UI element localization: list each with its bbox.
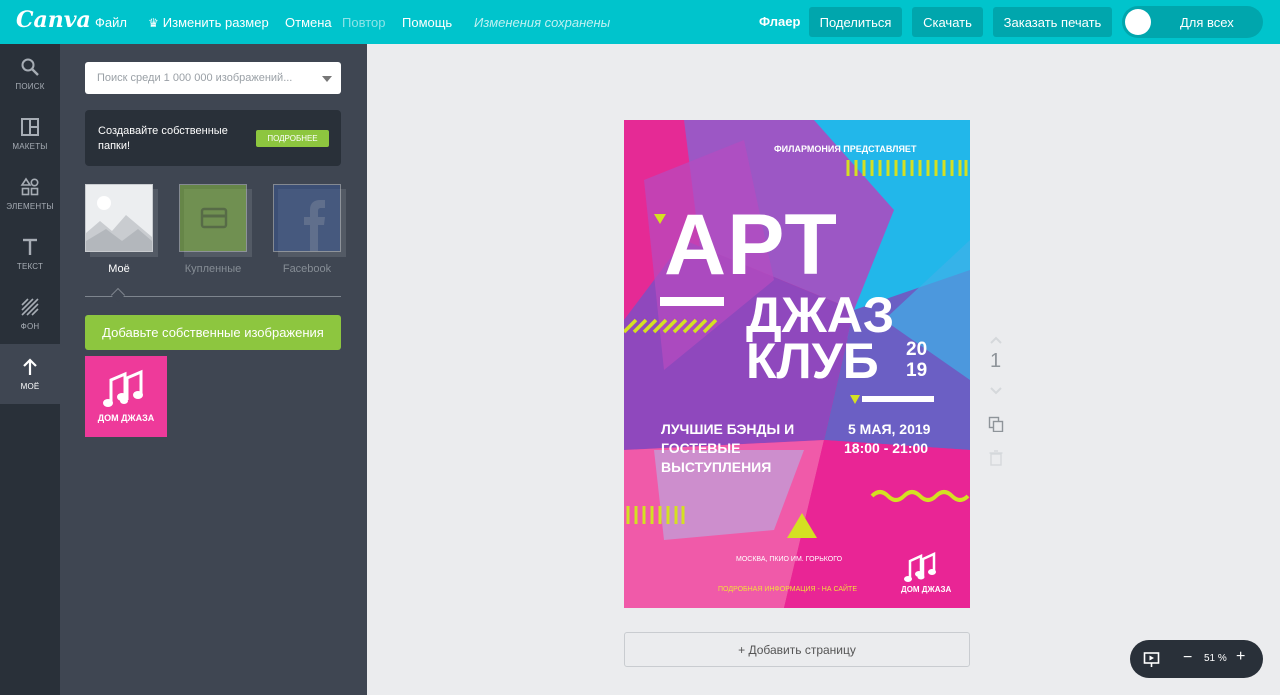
poster-year-2[interactable]: 19 (906, 361, 927, 381)
search-icon (21, 58, 39, 76)
poster-venue[interactable]: МОСКВА, ПКИО ИМ. ГОРЬКОГО (736, 556, 842, 563)
rail-item-background[interactable]: Фон (0, 284, 60, 344)
page-number: 1 (990, 350, 1002, 372)
uploaded-image-thumbnail[interactable]: ДОМ ДЖАЗА (85, 356, 167, 437)
menu-file[interactable]: Файл (95, 15, 127, 30)
search-placeholder: Поиск среди 1 000 000 изображений... (97, 72, 293, 84)
crown-icon: ♛ (148, 16, 159, 30)
uploads-panel: Поиск среди 1 000 000 изображений... Соз… (60, 44, 367, 695)
upload-images-button[interactable]: Добавьте собственные изображения (85, 315, 341, 350)
rail-label: Фон (20, 322, 40, 331)
present-icon[interactable] (1143, 651, 1160, 668)
poster-title-1[interactable]: АРТ (664, 202, 838, 288)
image-placeholder-icon (85, 184, 153, 252)
rail-label: Макеты (12, 142, 48, 151)
poster-presenter[interactable]: ФИЛАРМОНИЯ ПРЕДСТАВЛЯЕТ (774, 144, 916, 154)
duplicate-page-icon[interactable] (988, 416, 1004, 432)
trash-icon[interactable] (988, 450, 1004, 466)
poster-logo-text[interactable]: ДОМ ДЖАЗА (901, 585, 951, 594)
poster-info[interactable]: ПОДРОБНАЯ ИНФОРМАЦИЯ - НА САЙТЕ (718, 586, 857, 593)
top-bar: Canva Файл ♛ Изменить размер Отмена Повто… (0, 0, 1280, 44)
chevron-up-icon[interactable] (988, 333, 1004, 349)
rail-label: Моё (20, 382, 40, 391)
menu-resize-label: Изменить размер (162, 15, 269, 30)
menu-undo[interactable]: Отмена (285, 15, 332, 30)
flyer-page[interactable]: ФИЛАРМОНИЯ ПРЕДСТАВЛЯЕТ АРТ ДЖАЗ КЛУБ 20… (624, 120, 970, 608)
menu-resize[interactable]: ♛ Изменить размер (148, 15, 269, 30)
elements-icon (20, 177, 39, 196)
rail-item-search[interactable]: Поиск (0, 44, 60, 104)
layouts-icon (21, 118, 39, 136)
rail-item-layouts[interactable]: Макеты (0, 104, 60, 164)
active-tab-indicator (110, 287, 126, 303)
poster-lineup-3[interactable]: ВЫСТУПЛЕНИЯ (661, 458, 771, 477)
zoom-controls: − 51 % + (1130, 640, 1263, 678)
zoom-out-button[interactable]: − (1183, 649, 1192, 667)
source-label: Купленные (184, 263, 242, 275)
rail-item-text[interactable]: Текст (0, 224, 60, 284)
rail-label: Текст (16, 262, 44, 271)
music-notes-icon (103, 369, 143, 407)
image-search-input[interactable]: Поиск среди 1 000 000 изображений... (85, 62, 341, 94)
document-type[interactable]: Флаер (759, 14, 800, 29)
zoom-level[interactable]: 51 % (1204, 653, 1227, 664)
menu-help[interactable]: Помощь (402, 15, 452, 30)
visibility-toggle[interactable]: Для всех (1122, 6, 1263, 38)
add-page-button[interactable]: + Добавить страницу (624, 632, 970, 667)
learn-more-button[interactable]: ПОДРОБНЕЕ (256, 130, 329, 147)
poster-title-3[interactable]: КЛУБ (746, 336, 879, 386)
toggle-knob (1125, 9, 1151, 35)
poster-lineup-1[interactable]: ЛУЧШИЕ БЭНДЫ И (661, 420, 794, 439)
poster-year-1[interactable]: 20 (906, 340, 927, 360)
chevron-down-icon[interactable] (988, 382, 1004, 398)
promo-text: Создавайте собственные папки! (98, 125, 228, 152)
rail-label: Поиск (15, 82, 45, 91)
chevron-down-icon[interactable] (322, 76, 332, 82)
rail-label: Элементы (6, 202, 54, 211)
download-button[interactable]: Скачать (912, 7, 983, 37)
text-icon (23, 238, 37, 255)
visibility-label: Для всех (1180, 15, 1234, 30)
left-rail: Поиск Макеты Элементы Текст Фон Моё (0, 44, 60, 695)
share-button[interactable]: Поделиться (809, 7, 902, 37)
source-label: Моё (108, 263, 130, 275)
rail-item-elements[interactable]: Элементы (0, 164, 60, 224)
upload-icon (23, 358, 37, 375)
menu-redo[interactable]: Повтор (342, 15, 385, 30)
folders-promo: Создавайте собственные папки! ПОДРОБНЕЕ (85, 110, 341, 166)
thumbnail-label: ДОМ ДЖАЗА (97, 413, 155, 423)
card-icon (179, 184, 247, 252)
order-print-button[interactable]: Заказать печать (993, 7, 1112, 37)
zoom-in-button[interactable]: + (1236, 648, 1245, 666)
poster-lineup-2[interactable]: ГОСТЕВЫЕ (661, 439, 740, 458)
poster-date[interactable]: 5 МАЯ, 2019 (848, 420, 930, 439)
canva-logo[interactable]: Canva (16, 7, 91, 33)
save-status: Изменения сохранены (474, 15, 611, 30)
poster-time[interactable]: 18:00 - 21:00 (844, 439, 928, 458)
rail-item-uploads[interactable]: Моё (0, 344, 60, 404)
background-icon (21, 298, 39, 316)
facebook-icon (273, 184, 341, 252)
source-label: Facebook (282, 263, 332, 275)
